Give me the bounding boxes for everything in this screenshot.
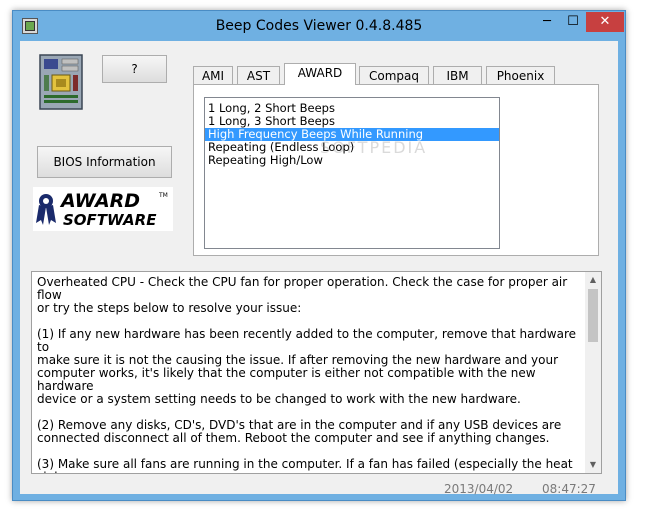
scroll-thumb[interactable] xyxy=(588,289,598,342)
vertical-scrollbar[interactable]: ▲ ▼ xyxy=(585,272,601,473)
status-time: 08:47:27 xyxy=(542,482,596,496)
close-button[interactable]: ✕ xyxy=(586,12,624,32)
description-textbox[interactable]: Overheated CPU - Check the CPU fan for p… xyxy=(31,271,602,474)
logo-line2: SOFTWARE xyxy=(63,211,157,229)
help-button[interactable]: ? xyxy=(102,55,167,83)
title-bar[interactable]: Beep Codes Viewer 0.4.8.485 ─ ☐ ✕ xyxy=(13,11,625,41)
minimize-button[interactable]: ─ xyxy=(534,12,560,32)
award-software-logo: AWARD TM SOFTWARE xyxy=(33,187,173,231)
tab-ami[interactable]: AMI xyxy=(193,66,233,84)
tab-compaq[interactable]: Compaq xyxy=(359,66,429,84)
bios-information-button[interactable]: BIOS Information xyxy=(37,146,172,178)
app-window: Beep Codes Viewer 0.4.8.485 ─ ☐ ✕ ? BIOS… xyxy=(12,10,626,501)
client-area: ? BIOS Information AWARD TM SOFTWARE AMI… xyxy=(20,41,618,496)
scroll-down-icon[interactable]: ▼ xyxy=(585,457,601,473)
logo-trademark: TM xyxy=(158,192,168,199)
watermark: SOFTPEDIA xyxy=(320,138,428,157)
tab-ibm[interactable]: IBM xyxy=(433,66,482,84)
motherboard-icon xyxy=(39,54,83,110)
tab-award[interactable]: AWARD xyxy=(284,63,356,85)
tab-page-award: 1 Long, 2 Short Beeps 1 Long, 3 Short Be… xyxy=(193,84,599,256)
tab-phoenix[interactable]: Phoenix xyxy=(486,66,555,84)
tab-ast[interactable]: AST xyxy=(237,66,280,84)
status-date: 2013/04/02 xyxy=(444,482,514,496)
logo-line1: AWARD xyxy=(59,190,140,212)
maximize-button[interactable]: ☐ xyxy=(560,12,586,32)
beep-code-list[interactable]: 1 Long, 2 Short Beeps 1 Long, 3 Short Be… xyxy=(204,97,500,249)
scroll-up-icon[interactable]: ▲ xyxy=(585,272,601,288)
description-text: Overheated CPU - Check the CPU fan for p… xyxy=(37,275,576,474)
